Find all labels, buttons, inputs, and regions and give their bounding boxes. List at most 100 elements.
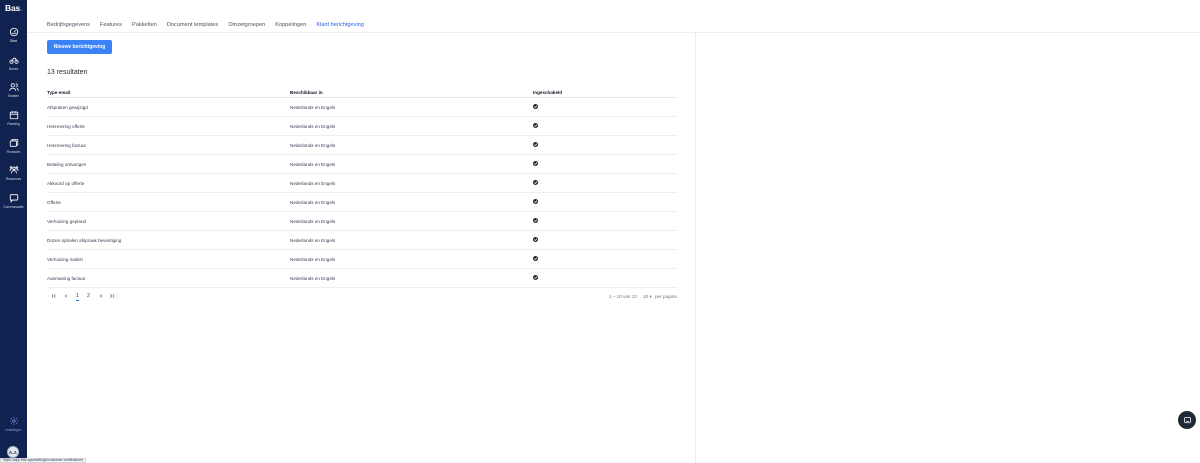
check-circle-icon[interactable] [533, 123, 538, 128]
cell-type: Verhuizing gepland [47, 218, 87, 224]
sidebar-item-communicatie[interactable]: Communicatie [0, 193, 27, 217]
sidebar-item-label: Moves [8, 67, 19, 71]
tabs-divider [27, 32, 1200, 33]
wallet-icon [9, 139, 18, 147]
sidebar-item-label: Resources [5, 177, 22, 181]
tab-features[interactable]: Features [100, 17, 122, 33]
sidebar-item-instellingen[interactable]: Instellingen [0, 416, 27, 440]
cell-available: Nederlands en Engels [290, 142, 336, 148]
sidebar-item-label: Klanten [8, 94, 19, 98]
new-notification-button[interactable]: Nieuwe berichtgeving [47, 40, 112, 54]
page-size-select[interactable]: 10 ▾ [643, 294, 652, 300]
chevron-down-icon: ▾ [649, 293, 652, 299]
first-page-icon[interactable] [51, 293, 57, 301]
column-header-available[interactable]: Beschikbaar in [290, 90, 323, 95]
sidebar-item-label: Planning [7, 122, 20, 126]
check-circle-icon[interactable] [533, 142, 538, 147]
cell-type: Betaling ontvangen [47, 161, 87, 167]
cell-available: Nederlands en Engels [290, 123, 336, 129]
calendar-icon [9, 111, 18, 120]
dashboard-icon [9, 27, 18, 37]
chevron-left-icon[interactable] [63, 293, 69, 301]
cell-available: Nederlands en Engels [290, 104, 336, 110]
status-url: https://app.bas.app/settings/customer-no… [0, 458, 86, 463]
tab-bedrijfsgegevens[interactable]: Bedrijfsgegevens [47, 17, 90, 33]
sidebar-item-moves[interactable]: Moves [0, 55, 27, 79]
gear-icon [9, 416, 18, 426]
cell-available: Nederlands en Engels [290, 218, 336, 224]
check-circle-icon[interactable] [533, 104, 538, 109]
app-root: Bas. Start Moves Klanten Planning Financ… [0, 0, 1200, 463]
tab-pakketten[interactable]: Pakketten [132, 17, 157, 33]
sidebar: Bas. Start Moves Klanten Planning Financ… [0, 0, 27, 463]
cell-available: Nederlands en Engels [290, 256, 336, 262]
table-row[interactable]: Afspraken gewijzigd Nederlands en Engels [47, 98, 677, 117]
check-circle-icon[interactable] [533, 256, 538, 261]
cell-available: Nederlands en Engels [290, 199, 336, 205]
page-size-label: per pagina [655, 293, 677, 299]
sidebar-item-label: Start [10, 39, 17, 43]
sidebar-item-label: Instellingen [5, 428, 22, 432]
tab-koppelingen[interactable]: Koppelingen [275, 17, 306, 33]
last-page-icon[interactable] [109, 293, 115, 301]
sidebar-item-financien[interactable]: Financien [0, 138, 27, 162]
cell-type: Akkoord op offerte [47, 180, 85, 186]
cell-type: Verhuizing nadert [47, 256, 83, 262]
bike-icon [8, 57, 19, 64]
sidebar-item-planning[interactable]: Planning [0, 110, 27, 134]
results-count: 13 resultaten [47, 69, 88, 76]
cell-available: Nederlands en Engels [290, 180, 336, 186]
column-header-enabled[interactable]: Ingeschakeld [533, 90, 562, 95]
settings-tabs: Bedrijfsgegevens Features Pakketten Docu… [47, 17, 374, 33]
cell-available: Nederlands en Engels [290, 161, 336, 167]
check-circle-icon[interactable] [533, 275, 538, 280]
avatar[interactable]: A.J. [7, 446, 19, 458]
table-row[interactable]: Dozen ophalen afspraak bevestiging Nederl… [47, 231, 677, 250]
table-row[interactable]: Verhuizing nadert Nederlands en Engels [47, 250, 677, 269]
sidebar-item-klanten[interactable]: Klanten [0, 82, 27, 106]
page-1-button[interactable]: 1 [76, 293, 79, 301]
cell-available: Nederlands en Engels [290, 275, 336, 281]
pagination: 1 2 1 – 10 van 13 10 ▾ per pagina [47, 292, 677, 302]
table-body: Afspraken gewijzigd Nederlands en Engels H… [47, 98, 677, 288]
table-row[interactable]: Betaling ontvangen Nederlands en Engels [47, 155, 677, 174]
column-header-type[interactable]: Type email [47, 90, 70, 95]
message-icon [9, 194, 18, 203]
cell-type: Dozen ophalen afspraak bevestiging [47, 237, 122, 243]
check-circle-icon[interactable] [533, 180, 538, 185]
cell-type: Afspraken gewijzigd [47, 104, 88, 110]
cell-type: Herinnering offerte [47, 123, 85, 129]
cell-type: Aanmaning factuur [47, 275, 86, 281]
check-circle-icon[interactable] [533, 161, 538, 166]
tab-omzetgroepen[interactable]: Omzetgroepen [228, 17, 265, 33]
table-header: Type email Beschikbaar in Ingeschakeld [47, 88, 677, 98]
chevron-right-icon[interactable] [98, 293, 104, 301]
team-icon [8, 166, 19, 174]
chat-button[interactable] [1178, 411, 1196, 429]
table-row[interactable]: Aanmaning factuur Nederlands en Engels [47, 269, 677, 288]
table-row[interactable]: Verhuizing gepland Nederlands en Engels [47, 212, 677, 231]
table-row[interactable]: Akkoord op offerte Nederlands en Engels [47, 174, 677, 193]
cell-available: Nederlands en Engels [290, 237, 336, 243]
table-row[interactable]: Herinnering offerte Nederlands en Engels [47, 117, 677, 136]
check-circle-icon[interactable] [533, 199, 538, 204]
sidebar-item-label: Financien [6, 150, 21, 154]
table-row[interactable]: Herinnering factuur Nederlands en Engels [47, 136, 677, 155]
notifications-table: Type email Beschikbaar in Ingeschakeld A… [47, 88, 677, 288]
tab-klant-berichtgeving[interactable]: Klant berichtgeving [316, 17, 364, 33]
table-row[interactable]: Offerte Nederlands en Engels [47, 193, 677, 212]
check-circle-icon[interactable] [533, 218, 538, 223]
check-circle-icon[interactable] [533, 237, 538, 242]
page-range: 1 – 10 van 13 [609, 293, 637, 299]
users-icon [8, 83, 19, 91]
tab-document-templates[interactable]: Document templates [167, 17, 218, 33]
sidebar-item-start[interactable]: Start [0, 27, 27, 51]
cell-type: Herinnering factuur [47, 142, 87, 148]
panel-divider [695, 33, 696, 463]
page-2-button[interactable]: 2 [87, 293, 90, 299]
cell-type: Offerte [47, 199, 61, 205]
sidebar-item-resources[interactable]: Resources [0, 165, 27, 189]
chat-icon [1183, 416, 1191, 423]
sidebar-item-label: Communicatie [3, 205, 24, 209]
logo[interactable]: Bas. [5, 3, 22, 13]
